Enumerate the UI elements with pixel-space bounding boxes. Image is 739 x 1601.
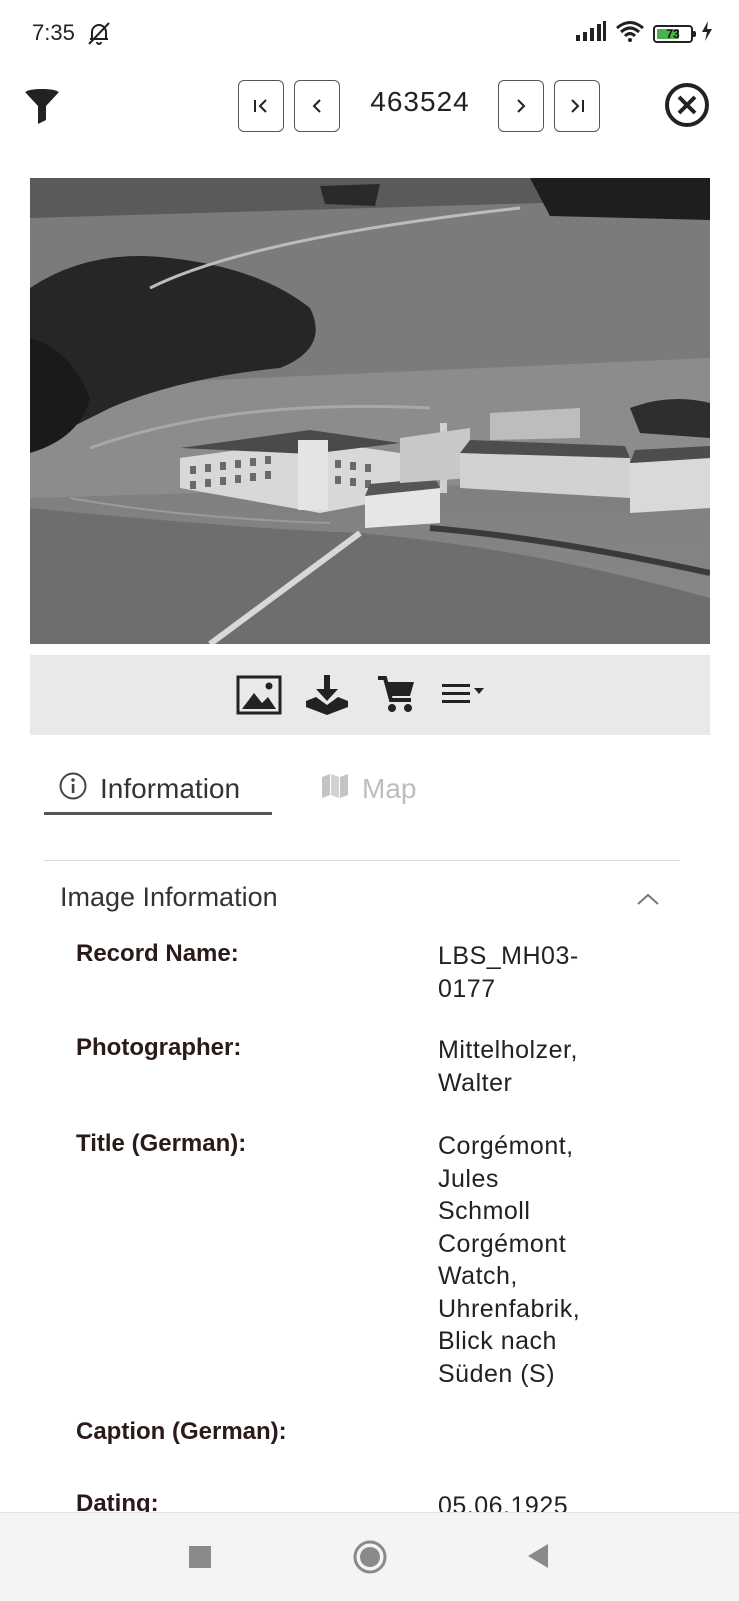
- signal-icon: [575, 21, 607, 46]
- more-menu-icon[interactable]: [440, 673, 486, 717]
- field-label: Caption (German):: [76, 1418, 287, 1445]
- field-value: Corgémont, Jules Schmoll Corgémont Watch…: [438, 1132, 581, 1388]
- status-bar: 7:35 73: [0, 0, 739, 64]
- next-record-icon[interactable]: [498, 80, 544, 132]
- active-tab-indicator: [44, 812, 272, 815]
- first-record-icon[interactable]: [238, 80, 284, 132]
- field-label: Photographer:: [76, 1034, 242, 1061]
- tab-information[interactable]: Information: [58, 765, 240, 813]
- status-time: 7:35: [32, 20, 75, 45]
- record-number: 463524: [370, 86, 470, 117]
- battery-level: 73: [666, 26, 680, 41]
- field-value: LBS_MH03- 0177: [438, 942, 579, 1003]
- section-divider: [44, 860, 680, 861]
- info-icon: [58, 771, 88, 808]
- image-action-bar: [30, 655, 710, 735]
- chevron-up-icon[interactable]: [636, 892, 660, 911]
- recents-icon[interactable]: [188, 1545, 212, 1574]
- field-label: Record Name:: [76, 940, 239, 967]
- previous-record-icon[interactable]: [294, 80, 340, 132]
- close-icon[interactable]: [664, 82, 710, 128]
- view-image-icon[interactable]: [236, 673, 282, 717]
- back-icon[interactable]: [526, 1543, 550, 1574]
- muted-bell-icon: [84, 18, 114, 53]
- home-icon[interactable]: [352, 1539, 388, 1580]
- system-nav-bar: [0, 1512, 739, 1601]
- charging-icon: [701, 21, 713, 46]
- wifi-icon: [615, 20, 645, 47]
- section-title[interactable]: Image Information: [60, 882, 278, 913]
- download-icon[interactable]: [304, 673, 350, 717]
- map-icon: [320, 773, 350, 806]
- cart-icon[interactable]: [374, 673, 420, 717]
- tab-map-label: Map: [362, 773, 417, 804]
- battery-icon: 73: [653, 24, 696, 43]
- tab-information-label: Information: [100, 773, 241, 804]
- field-label: Title (German):: [76, 1130, 247, 1157]
- aerial-photo[interactable]: [30, 178, 710, 644]
- field-value: Mittelholzer, Walter: [438, 1036, 578, 1097]
- record-toolbar: 463524: [0, 70, 739, 146]
- tab-map[interactable]: Map: [320, 765, 416, 813]
- last-record-icon[interactable]: [554, 80, 600, 132]
- filter-icon[interactable]: [22, 84, 62, 128]
